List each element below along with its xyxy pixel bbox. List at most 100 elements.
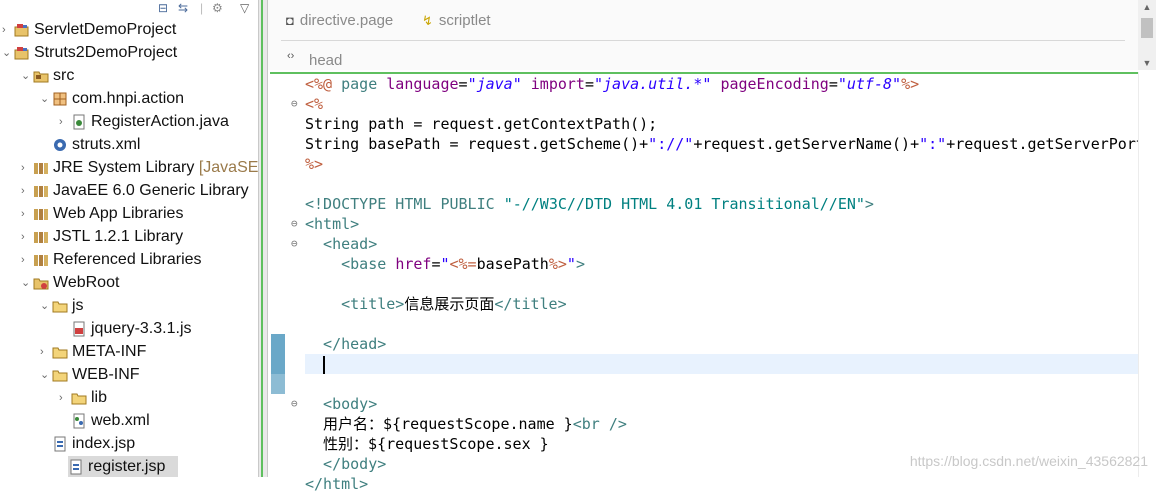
tree-item[interactable]: struts.xml	[0, 134, 258, 157]
tree-item[interactable]: › JSTL 1.2.1 Library	[0, 226, 258, 249]
tree-item[interactable]: web.xml	[0, 410, 258, 433]
collapsed-chevron-icon[interactable]: ›	[40, 345, 50, 359]
code-token: <br />	[572, 415, 627, 433]
expanded-chevron-icon[interactable]: ⌄	[40, 368, 50, 382]
code-token: </body>	[305, 455, 387, 473]
tree-item[interactable]: ⌄ js	[0, 295, 258, 318]
fold-toggle-icon[interactable]: ⊖	[291, 394, 298, 414]
tree-item[interactable]: register.jsp	[68, 456, 178, 477]
code-line[interactable]: </head>	[305, 334, 1140, 354]
tree-item[interactable]: › lib	[0, 387, 258, 410]
tree-item-label: JSTL 1.2.1 Library	[53, 228, 184, 245]
tree-item[interactable]: index.jsp	[0, 433, 258, 456]
tree-item[interactable]: › META-INF	[0, 341, 258, 364]
jsp-file-icon	[52, 436, 68, 452]
expanded-chevron-icon[interactable]: ⌄	[21, 276, 31, 290]
tree-item[interactable]: › RegisterAction.java	[0, 111, 258, 134]
code-line[interactable]: ⊖ <head>	[291, 234, 1140, 254]
webroot-folder-icon	[33, 275, 49, 291]
code-line[interactable]: 用户名：${requestScope.name }<br />	[305, 414, 1140, 434]
code-token: =	[828, 75, 838, 93]
tree-item[interactable]: › Referenced Libraries	[0, 249, 258, 272]
watermark: https://blog.csdn.net/weixin_43562821	[909, 453, 1148, 469]
link-with-editor-icon[interactable]: ⇆	[178, 1, 188, 15]
collapsed-chevron-icon[interactable]: ›	[21, 230, 31, 244]
tree-item-label: JavaEE 6.0 Generic Library	[53, 182, 249, 199]
code-token: 用户名：${requestScope.name }	[305, 415, 573, 433]
expanded-chevron-icon[interactable]: ⌄	[40, 299, 50, 313]
collapsed-chevron-icon[interactable]: ›	[59, 391, 69, 405]
jsp-file-icon	[68, 459, 84, 475]
collapsed-chevron-icon[interactable]: ›	[21, 161, 31, 175]
project-tree: › ServletDemoProject ⌄ Struts2DemoProject ⌄ s…	[0, 19, 258, 477]
tree-item-label: Struts2DemoProject	[34, 44, 178, 61]
head-breadcrumb[interactable]: ‹› head	[281, 40, 1125, 69]
scroll-down-icon[interactable]: ▼	[1138, 56, 1156, 70]
code-token: %>	[901, 75, 920, 93]
code-line[interactable]: String path = request.getContextPath();	[305, 114, 1140, 134]
tree-item-label: RegisterAction.java	[91, 113, 229, 130]
code-line[interactable]	[305, 374, 1140, 394]
fold-toggle-icon[interactable]: ⊖	[291, 234, 298, 254]
scroll-up-icon[interactable]: ▲	[1138, 0, 1156, 14]
code-token: href	[395, 255, 432, 273]
code-line[interactable]: ⊖ <body>	[291, 394, 1140, 414]
library-icon	[33, 252, 49, 268]
code-line[interactable]: <%@ page language="java" import="java.ut…	[305, 74, 1140, 94]
explorer-toolbar: ⊟ ⇆ | ⚙ ▽	[0, 0, 258, 20]
source-editor[interactable]: <%@ page language="java" import="java.ut…	[270, 72, 1156, 493]
package-icon	[52, 91, 68, 107]
collapsed-chevron-icon[interactable]: ›	[21, 253, 31, 267]
tree-item[interactable]: ⌄ src	[0, 65, 258, 88]
expanded-chevron-icon[interactable]: ⌄	[21, 69, 31, 83]
sash-divider[interactable]	[258, 0, 268, 477]
scroll-thumb[interactable]	[1141, 18, 1153, 38]
code-line[interactable]: </html>	[305, 474, 1140, 494]
tree-item[interactable]: › ServletDemoProject	[0, 19, 258, 42]
tree-item[interactable]: jquery-3.3.1.js	[0, 318, 258, 341]
palette-item-scriptlet[interactable]: ↯ scriptlet	[422, 12, 491, 29]
collapsed-chevron-icon[interactable]: ›	[2, 23, 12, 37]
filter-icon[interactable]: ⚙	[212, 1, 223, 15]
tree-item-label: ServletDemoProject	[34, 21, 177, 38]
view-menu-icon[interactable]: ▽	[240, 1, 249, 15]
code-line[interactable]: <title>信息展示页面</title>	[305, 294, 1140, 314]
code-line[interactable]	[305, 354, 1140, 374]
tree-item[interactable]: › JavaEE 6.0 Generic Library	[0, 180, 258, 203]
code-line[interactable]: 性别：${requestScope.sex }	[305, 434, 1140, 454]
code-line[interactable]: String basePath = request.getScheme()+":…	[305, 134, 1145, 154]
tree-item[interactable]: › JRE System Library [JavaSE-1	[0, 157, 258, 180]
code-line[interactable]: %>	[305, 154, 1140, 174]
fold-toggle-icon[interactable]: ⊖	[291, 214, 298, 234]
code-line[interactable]: ⊖ <html>	[291, 214, 1140, 234]
tree-item-label: web.xml	[91, 412, 150, 429]
palette-item-directive[interactable]: ◘ directive.page	[286, 12, 393, 29]
code-token: <title>	[305, 295, 405, 313]
library-icon	[33, 206, 49, 222]
library-icon	[33, 160, 49, 176]
fold-toggle-icon[interactable]: ⊖	[291, 94, 298, 114]
tree-item-label: register.jsp	[88, 458, 166, 475]
expanded-chevron-icon[interactable]: ⌄	[40, 92, 50, 106]
code-line[interactable]	[305, 314, 1140, 334]
code-line[interactable]	[305, 274, 1140, 294]
tree-item[interactable]: ⌄ com.hnpi.action	[0, 88, 258, 111]
tree-item[interactable]: › Web App Libraries	[0, 203, 258, 226]
palette-scrollbar[interactable]: ▲ ▼	[1138, 0, 1156, 70]
collapsed-chevron-icon[interactable]: ›	[21, 184, 31, 198]
collapsed-chevron-icon[interactable]: ›	[21, 207, 31, 221]
change-gutter	[270, 74, 286, 479]
code-line[interactable]: <base href="<%=basePath%>">	[305, 254, 1140, 274]
expanded-chevron-icon[interactable]: ⌄	[2, 46, 12, 60]
tree-item[interactable]: ⌄ Struts2DemoProject	[0, 42, 258, 65]
code-line[interactable]: ⊖ <%	[291, 94, 1140, 114]
tree-item[interactable]: ⌄ WEB-INF	[0, 364, 258, 387]
package-explorer: ⊟ ⇆ | ⚙ ▽ › ServletDemoProject ⌄ Struts2Dem…	[0, 0, 258, 477]
collapsed-chevron-icon[interactable]: ›	[59, 115, 69, 129]
collapse-all-icon[interactable]: ⊟	[158, 1, 168, 15]
design-palette: ◘ directive.page ↯ scriptlet ‹› head	[268, 0, 1138, 70]
code-line[interactable]: <!DOCTYPE HTML PUBLIC "-//W3C//DTD HTML …	[305, 194, 1140, 214]
code-line[interactable]	[305, 174, 1140, 194]
tree-item[interactable]: ⌄ WebRoot	[0, 272, 258, 295]
